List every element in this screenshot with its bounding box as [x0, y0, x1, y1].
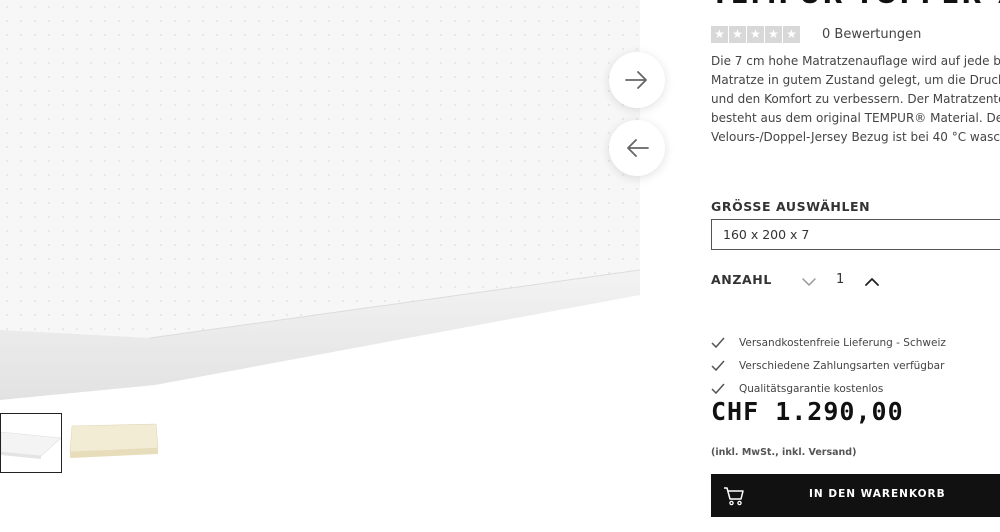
arrow-right-icon [625, 71, 647, 89]
product-info: TEMPUR TOPPER 7 ★ ★ ★ ★ ★ 0 Bewertungen … [711, 0, 1000, 532]
prev-image-button[interactable] [609, 120, 665, 176]
benefit-text: Qualitätsgarantie kostenlos [739, 382, 884, 395]
product-price: CHF 1.290,00 [711, 397, 904, 426]
check-icon [711, 383, 727, 395]
star-icon: ★ [729, 26, 746, 43]
quantity-value[interactable]: 1 [836, 272, 844, 287]
add-to-cart-button[interactable]: IN DEN WARENKORB [711, 474, 1000, 517]
description-line: Die 7 cm hohe Matratzenauflage wird auf … [711, 54, 1000, 68]
add-to-cart-label: IN DEN WARENKORB [809, 488, 946, 500]
quantity-decrease-button[interactable] [801, 273, 817, 292]
thumbnail-2[interactable] [68, 418, 160, 468]
size-label: GRÖSSE AUSWÄHLEN [711, 199, 871, 214]
check-icon [711, 360, 727, 372]
thumbnail-image [69, 423, 159, 458]
benefit-item: Versandkostenfreie Lieferung - Schweiz [711, 331, 946, 354]
rating[interactable]: ★ ★ ★ ★ ★ 0 Bewertungen [711, 26, 921, 43]
rating-stars: ★ ★ ★ ★ ★ [711, 26, 800, 43]
chevron-down-icon [802, 278, 816, 286]
product-gallery [0, 0, 690, 532]
star-icon: ★ [765, 26, 782, 43]
description-line: besteht aus dem original TEMPUR® Materia… [711, 111, 1000, 125]
product-image [0, 0, 641, 400]
benefit-list: Versandkostenfreie Lieferung - Schweiz V… [711, 331, 946, 400]
star-icon: ★ [747, 26, 764, 43]
thumbnail-image [1, 431, 61, 459]
star-icon: ★ [783, 26, 800, 43]
thumbnail-1[interactable] [0, 413, 62, 473]
next-image-button[interactable] [609, 52, 665, 108]
product-description: Die 7 cm hohe Matratzenauflage wird auf … [711, 52, 1000, 147]
chevron-up-icon [865, 278, 879, 286]
benefit-text: Versandkostenfreie Lieferung - Schweiz [739, 336, 946, 349]
star-icon: ★ [711, 26, 728, 43]
arrow-left-icon [627, 139, 649, 157]
description-line: Matratze in gutem Zustand gelegt, um die… [711, 73, 1000, 87]
benefit-item: Verschiedene Zahlungsarten verfügbar [711, 354, 946, 377]
benefit-text: Verschiedene Zahlungsarten verfügbar [739, 359, 945, 372]
cart-icon [723, 486, 745, 510]
product-title: TEMPUR TOPPER 7 [711, 0, 1000, 10]
description-line: Velours-/Doppel-Jersey Bezug ist bei 40 … [711, 130, 1000, 144]
price-note: (inkl. MwSt., inkl. Versand) [711, 447, 857, 458]
review-count[interactable]: 0 Bewertungen [822, 27, 921, 42]
check-icon [711, 337, 727, 349]
quantity-increase-button[interactable] [864, 273, 880, 292]
quantity-label: ANZAHL [711, 272, 772, 287]
description-line: und den Komfort zu verbessern. Der Matra… [711, 92, 1000, 106]
size-select[interactable]: 160 x 200 x 7 [711, 219, 1000, 250]
